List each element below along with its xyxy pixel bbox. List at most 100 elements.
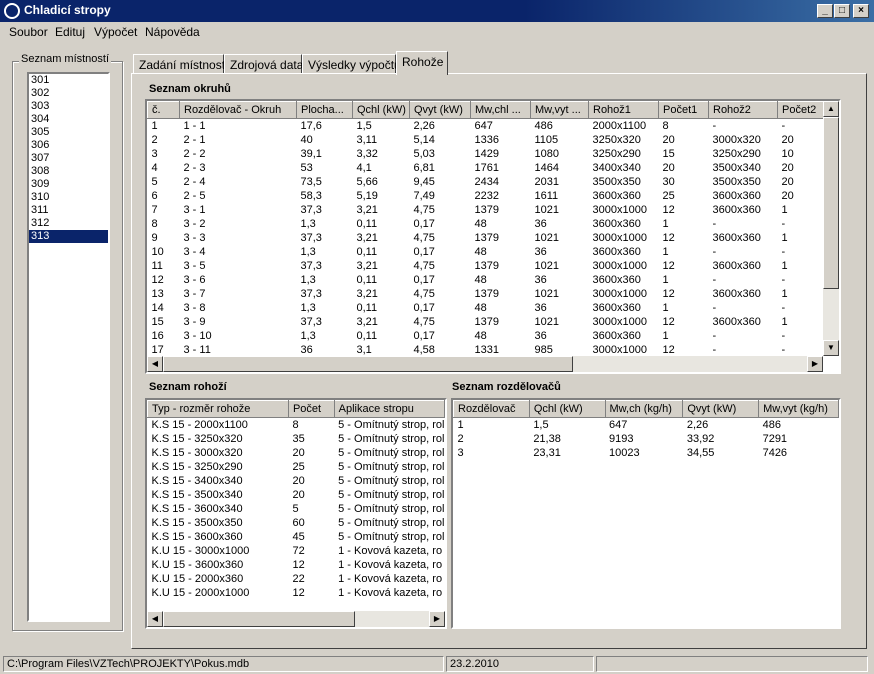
distributors-grid[interactable]: Rozdělovač Qchl (kW) Mw,ch (kg/h) Qvyt (kW)…	[451, 398, 841, 629]
table-cell: 1	[781, 260, 788, 272]
room-list-item[interactable]: 302	[29, 87, 108, 100]
distributors-column-header[interactable]: Mw,ch (kg/h)	[604, 400, 684, 418]
menu-edituj[interactable]: Edituj	[55, 25, 85, 39]
circuits-hscroll[interactable]: ◀ ▶	[147, 356, 823, 372]
table-row[interactable]: 14 3 - 8 1,3 0,11 0,17 48 36 3600x360 1 - -	[148, 301, 826, 315]
app-icon[interactable]	[4, 3, 20, 19]
distributors-column-header[interactable]: Qvyt (kW)	[682, 400, 760, 418]
table-row[interactable]: K.S 15 - 2000x1100 8 5 - Omítnutý strop, r…	[148, 418, 445, 433]
circuits-column-header[interactable]: č.	[147, 101, 180, 119]
distributors-column-header[interactable]: Mw,vyt (kg/h)	[758, 400, 839, 418]
table-cell: -	[712, 274, 717, 286]
table-row[interactable]: K.S 15 - 3250x320 35 5 - Omítnutý strop, r…	[148, 432, 445, 446]
table-row[interactable]: 10 3 - 4 1,3 0,11 0,17 48 36 3600x360 1 - -	[148, 245, 826, 259]
mats-column-header[interactable]: Počet	[287, 400, 335, 418]
scroll-right-button[interactable]: ▶	[429, 611, 445, 627]
table-row[interactable]: 5 2 - 4 73,5 5,66 9,45 2434 2031 3500x350 30 3500…	[148, 175, 826, 189]
table-row[interactable]: 12 3 - 6 1,3 0,11 0,17 48 36 3600x360 1 - -	[148, 273, 826, 287]
table-row[interactable]: K.S 15 - 3600x340 5 5 - Omítnutý strop, ro…	[148, 502, 445, 516]
scroll-thumb[interactable]	[163, 356, 573, 372]
room-list-item[interactable]: 308	[29, 165, 108, 178]
table-row[interactable]: 3 23,31 10023 34,55 7426	[454, 446, 839, 460]
table-row[interactable]: 2 21,38 9193 33,92 7291	[454, 432, 839, 446]
room-list-item[interactable]: 305	[29, 126, 108, 139]
table-row[interactable]: K.S 15 - 3500x340 20 5 - Omítnutý strop, r…	[148, 488, 445, 502]
tab-rohoze[interactable]: Rohože	[396, 51, 448, 75]
room-list-item[interactable]: 313	[29, 230, 108, 243]
room-list-item[interactable]: 304	[29, 113, 108, 126]
close-button[interactable]: ×	[853, 4, 869, 18]
scroll-left-button[interactable]: ◀	[147, 611, 163, 627]
table-cell: 3600x360	[712, 260, 761, 272]
table-row[interactable]: 16 3 - 10 1,3 0,11 0,17 48 36 3600x360 1 - -	[148, 329, 826, 343]
room-list-item[interactable]: 311	[29, 204, 108, 217]
scroll-thumb[interactable]	[823, 117, 839, 289]
table-row[interactable]: K.S 15 - 3250x290 25 5 - Omítnutý strop, r…	[148, 460, 445, 474]
rooms-listbox[interactable]: 301 302 303 304 305 306 307 308 309 310 311 312 313	[27, 72, 110, 622]
scroll-down-button[interactable]: ▼	[823, 340, 839, 356]
tab-zadani-mistnosti[interactable]: Zadání místnosti	[133, 54, 228, 74]
circuits-column-header[interactable]: Rohož1	[588, 101, 659, 119]
room-list-item[interactable]: 301	[29, 74, 108, 87]
table-row[interactable]: K.S 15 - 3500x350 60 5 - Omítnutý strop, r…	[148, 516, 445, 530]
circuits-column-header[interactable]: Qchl (kW)	[352, 101, 410, 119]
menu-soubor[interactable]: Soubor	[9, 25, 48, 39]
circuits-column-header[interactable]: Plocha...	[296, 101, 353, 119]
circuits-grid[interactable]: č. Rozdělovač - Okruh Plocha... Qchl (kW) Qv…	[145, 99, 841, 374]
circuits-column-header[interactable]: Mw,chl ...	[470, 101, 531, 119]
scroll-up-button[interactable]: ▲	[823, 101, 839, 117]
table-row[interactable]: 15 3 - 9 37,3 3,21 4,75 1379 1021 3000x1000 12 36…	[148, 315, 826, 329]
table-cell: 1 - Kovová kazeta, ro	[338, 573, 443, 585]
table-row[interactable]: 6 2 - 5 58,3 5,19 7,49 2232 1611 3600x360 25 3600…	[148, 189, 826, 203]
mats-hscroll[interactable]: ◀ ▶	[147, 611, 445, 627]
scroll-left-button[interactable]: ◀	[147, 356, 163, 372]
table-cell: 2 - 1	[183, 134, 206, 146]
table-row[interactable]: 13 3 - 7 37,3 3,21 4,75 1379 1021 3000x1000 12 36…	[148, 287, 826, 301]
room-list-item[interactable]: 310	[29, 191, 108, 204]
table-cell: 1	[662, 218, 669, 230]
circuits-column-header[interactable]: Rohož2	[708, 101, 778, 119]
scroll-right-button[interactable]: ▶	[807, 356, 823, 372]
table-row[interactable]: 11 3 - 5 37,3 3,21 4,75 1379 1021 3000x1000 12 36…	[148, 259, 826, 273]
room-list-item[interactable]: 307	[29, 152, 108, 165]
table-row[interactable]: 1 1 - 1 17,6 1,5 2,26 647 486 2000x1100 8 - -	[148, 119, 826, 134]
table-row[interactable]: 1 1,5 647 2,26 486	[454, 418, 839, 433]
room-list-item[interactable]: 312	[29, 217, 108, 230]
circuits-vscroll[interactable]: ▲ ▼	[823, 101, 839, 356]
table-row[interactable]: K.U 15 - 3000x1000 72 1 - Kovová kazeta, r…	[148, 544, 445, 558]
minimize-button[interactable]: _	[817, 4, 833, 18]
table-row[interactable]: K.U 15 - 3600x360 12 1 - Kovová kazeta, ro	[148, 558, 445, 572]
table-row[interactable]: 2 2 - 1 40 3,11 5,14 1336 1105 3250x320 20 3000x3…	[148, 133, 826, 147]
scroll-thumb[interactable]	[163, 611, 355, 627]
circuits-column-header[interactable]: Počet1	[658, 101, 709, 119]
distributors-column-header[interactable]: Qchl (kW)	[528, 400, 606, 418]
table-row[interactable]: 3 2 - 2 39,1 3,32 5,03 1429 1080 3250x290 15 3250…	[148, 147, 826, 161]
distributors-column-header[interactable]: Rozdělovač	[453, 400, 530, 418]
table-cell: K.S 15 - 3250x290	[151, 461, 243, 473]
table-row[interactable]: 4 2 - 3 53 4,1 6,81 1761 1464 3400x340 20 3500x34…	[148, 161, 826, 175]
circuits-column-header[interactable]: Rozdělovač - Okruh	[179, 101, 297, 119]
table-row[interactable]: K.S 15 - 3400x340 20 5 - Omítnutý strop, r…	[148, 474, 445, 488]
table-row[interactable]: 17 3 - 11 36 3,1 4,58 1331 985 3000x1000 12 - -	[148, 343, 826, 357]
circuits-column-header[interactable]: Mw,vyt ...	[530, 101, 589, 119]
mats-column-header[interactable]: Typ - rozměr rohože	[147, 400, 289, 418]
table-row[interactable]: K.S 15 - 3000x320 20 5 - Omítnutý strop, r…	[148, 446, 445, 460]
menu-vypocet[interactable]: Výpočet	[94, 25, 137, 39]
table-row[interactable]: K.S 15 - 3600x360 45 5 - Omítnutý strop, r…	[148, 530, 445, 544]
room-list-item[interactable]: 309	[29, 178, 108, 191]
table-row[interactable]: K.U 15 - 2000x1000 12 1 - Kovová kazeta, r…	[148, 586, 445, 600]
table-row[interactable]: 7 3 - 1 37,3 3,21 4,75 1379 1021 3000x1000 12 360…	[148, 203, 826, 217]
circuits-column-header[interactable]: Qvyt (kW)	[409, 101, 471, 119]
tab-vysledky-vypoctu[interactable]: Výsledky výpočtu	[302, 54, 401, 74]
table-row[interactable]: 8 3 - 2 1,3 0,11 0,17 48 36 3600x360 1 - -	[148, 217, 826, 231]
tab-zdrojova-data[interactable]: Zdrojová data	[224, 54, 303, 74]
menu-napoveda[interactable]: Nápověda	[145, 25, 200, 39]
table-row[interactable]: K.U 15 - 2000x360 22 1 - Kovová kazeta, ro	[148, 572, 445, 586]
mats-column-header[interactable]: Aplikace stropu	[333, 400, 445, 418]
circuits-column-header[interactable]: Počet2	[777, 101, 826, 119]
table-row[interactable]: 9 3 - 3 37,3 3,21 4,75 1379 1021 3000x1000 12 360…	[148, 231, 826, 245]
room-list-item[interactable]: 306	[29, 139, 108, 152]
maximize-button[interactable]: □	[834, 4, 850, 18]
room-list-item[interactable]: 303	[29, 100, 108, 113]
mats-grid[interactable]: Typ - rozměr rohože Počet Aplikace stropu …	[145, 398, 447, 629]
